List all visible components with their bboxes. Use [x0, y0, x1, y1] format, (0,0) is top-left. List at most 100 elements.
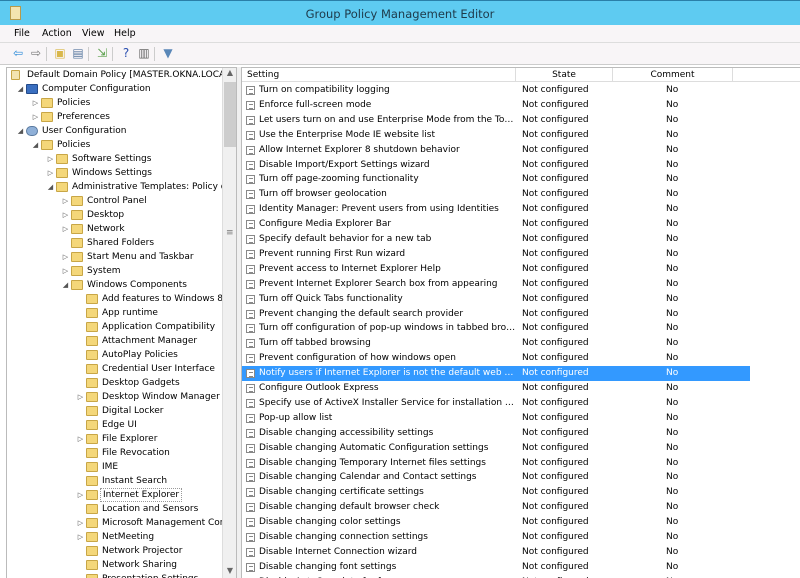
tree-node[interactable]: Desktop Gadgets	[7, 376, 222, 390]
collapsed-arrow-icon[interactable]: ▷	[61, 250, 70, 264]
setting-row[interactable]: Prevent changing the default search prov…	[242, 307, 750, 322]
setting-row[interactable]: Notify users if Internet Explorer is not…	[242, 366, 750, 381]
expanded-arrow-icon[interactable]: ◢	[16, 82, 25, 96]
setting-row[interactable]: Disable changing color settingsNot confi…	[242, 515, 750, 530]
setting-row[interactable]: Disable changing certificate settingsNot…	[242, 485, 750, 500]
tree-node[interactable]: Network Projector	[7, 544, 222, 558]
collapsed-arrow-icon[interactable]: ▷	[31, 96, 40, 110]
collapsed-arrow-icon[interactable]: ▷	[61, 194, 70, 208]
tree-node[interactable]: ◢Windows Components	[7, 278, 222, 292]
expanded-arrow-icon[interactable]: ◢	[31, 138, 40, 152]
setting-row[interactable]: Disable Import/Export Settings wizardNot…	[242, 158, 750, 173]
setting-row[interactable]: Prevent configuration of how windows ope…	[242, 351, 750, 366]
scroll-down-icon[interactable]: ▼	[223, 566, 237, 578]
tree-node[interactable]: ▷System	[7, 264, 222, 278]
collapsed-arrow-icon[interactable]: ▷	[46, 152, 55, 166]
tree-node[interactable]: Instant Search	[7, 474, 222, 488]
setting-row[interactable]: Disable changing default browser checkNo…	[242, 500, 750, 515]
tree-node[interactable]: ▷Network	[7, 222, 222, 236]
setting-row[interactable]: Disable changing accessibility settingsN…	[242, 426, 750, 441]
scroll-thumb[interactable]	[224, 82, 236, 147]
collapsed-arrow-icon[interactable]: ▷	[76, 390, 85, 404]
tree-node[interactable]: Network Sharing	[7, 558, 222, 572]
tree-node[interactable]: ▷Policies	[7, 96, 222, 110]
tree-node[interactable]: Digital Locker	[7, 404, 222, 418]
setting-row[interactable]: Disable changing font settingsNot config…	[242, 560, 750, 575]
tree-scrollbar[interactable]: ▲ ▼	[222, 68, 236, 578]
collapsed-arrow-icon[interactable]: ▷	[61, 264, 70, 278]
setting-row[interactable]: Specify default behavior for a new tabNo…	[242, 232, 750, 247]
setting-row[interactable]: Turn off Quick Tabs functionalityNot con…	[242, 292, 750, 307]
collapsed-arrow-icon[interactable]: ▷	[46, 166, 55, 180]
tree-node[interactable]: Credential User Interface	[7, 362, 222, 376]
tree-node[interactable]: ▷Control Panel	[7, 194, 222, 208]
setting-row[interactable]: Turn off tabbed browsingNot configuredNo	[242, 336, 750, 351]
collapsed-arrow-icon[interactable]: ▷	[76, 516, 85, 530]
collapsed-arrow-icon[interactable]: ▷	[61, 208, 70, 222]
tree-node[interactable]: ▷Preferences	[7, 110, 222, 124]
tree-node[interactable]: Location and Sensors	[7, 502, 222, 516]
setting-row[interactable]: Prevent Internet Explorer Search box fro…	[242, 277, 750, 292]
menu-help[interactable]: Help	[114, 28, 136, 39]
collapsed-arrow-icon[interactable]: ▷	[76, 488, 85, 502]
setting-row[interactable]: Disable changing connection settingsNot …	[242, 530, 750, 545]
setting-row[interactable]: Disable changing Temporary Internet file…	[242, 456, 750, 471]
setting-row[interactable]: Turn off page-zooming functionalityNot c…	[242, 172, 750, 187]
setting-row[interactable]: Use the Enterprise Mode IE website listN…	[242, 128, 750, 143]
column-comment[interactable]: Comment	[613, 68, 733, 82]
show-hide-tree-icon[interactable]: ▤	[70, 46, 86, 61]
setting-row[interactable]: Disable changing Calendar and Contact se…	[242, 470, 750, 485]
tree-node[interactable]: ▷Software Settings	[7, 152, 222, 166]
setting-row[interactable]: Allow Internet Explorer 8 shutdown behav…	[242, 143, 750, 158]
setting-row[interactable]: Identity Manager: Prevent users from usi…	[242, 202, 750, 217]
up-folder-icon[interactable]: ▣	[52, 46, 68, 61]
tree-node[interactable]: File Revocation	[7, 446, 222, 460]
tree-node[interactable]: ▷Desktop	[7, 208, 222, 222]
expanded-arrow-icon[interactable]: ◢	[61, 278, 70, 292]
tree-node[interactable]: ▷Internet Explorer	[7, 488, 222, 502]
tree-node[interactable]: ▷Microsoft Management Cons	[7, 516, 222, 530]
collapsed-arrow-icon[interactable]: ▷	[76, 432, 85, 446]
properties-icon[interactable]: ▥	[136, 46, 152, 61]
tree-node[interactable]: ◢User Configuration	[7, 124, 222, 138]
forward-arrow-icon[interactable]: ⇨	[28, 46, 44, 61]
tree-node[interactable]: Application Compatibility	[7, 320, 222, 334]
tree-node[interactable]: ▷File Explorer	[7, 432, 222, 446]
setting-row[interactable]: Disable Internet Connection wizardNot co…	[242, 545, 750, 560]
expanded-arrow-icon[interactable]: ◢	[16, 124, 25, 138]
setting-row[interactable]: Prevent access to Internet Explorer Help…	[242, 262, 750, 277]
tree-node[interactable]: ▷Windows Settings	[7, 166, 222, 180]
tree-node[interactable]: Shared Folders	[7, 236, 222, 250]
setting-row[interactable]: Prevent running First Run wizardNot conf…	[242, 247, 750, 262]
tree-node[interactable]: Presentation Settings	[7, 572, 222, 578]
filter-icon[interactable]: ▼	[160, 46, 176, 61]
tree-node[interactable]: AutoPlay Policies	[7, 348, 222, 362]
menu-view[interactable]: View	[82, 28, 105, 39]
setting-row[interactable]: Configure Media Explorer BarNot configur…	[242, 217, 750, 232]
setting-row[interactable]: Pop-up allow listNot configuredNo	[242, 411, 750, 426]
tree-node[interactable]: Edge UI	[7, 418, 222, 432]
menu-action[interactable]: Action	[42, 28, 72, 39]
column-state[interactable]: State	[516, 68, 613, 82]
collapsed-arrow-icon[interactable]: ▷	[76, 530, 85, 544]
back-arrow-icon[interactable]: ⇦	[10, 46, 26, 61]
collapsed-arrow-icon[interactable]: ▷	[31, 110, 40, 124]
tree-node[interactable]: ▷NetMeeting	[7, 530, 222, 544]
tree-node[interactable]: Attachment Manager	[7, 334, 222, 348]
setting-row[interactable]: Disable changing Automatic Configuration…	[242, 441, 750, 456]
tree-node[interactable]: ◢Policies	[7, 138, 222, 152]
column-setting[interactable]: Setting	[242, 68, 516, 82]
setting-row[interactable]: Configure Outlook ExpressNot configuredN…	[242, 381, 750, 396]
setting-row[interactable]: Turn off browser geolocationNot configur…	[242, 187, 750, 202]
tree-node[interactable]: App runtime	[7, 306, 222, 320]
scroll-up-icon[interactable]: ▲	[223, 68, 237, 80]
tree-node[interactable]: ▷Start Menu and Taskbar	[7, 250, 222, 264]
tree-node[interactable]: Add features to Windows 8.1	[7, 292, 222, 306]
expanded-arrow-icon[interactable]: ◢	[46, 180, 55, 194]
menu-file[interactable]: File	[14, 28, 30, 39]
collapsed-arrow-icon[interactable]: ▷	[61, 222, 70, 236]
tree-node[interactable]: ◢Administrative Templates: Policy def	[7, 180, 222, 194]
tree-node[interactable]: Default Domain Policy [MASTER.OKNA.LOCAL…	[7, 68, 222, 82]
tree-node[interactable]: IME	[7, 460, 222, 474]
help-icon[interactable]: ?	[118, 46, 134, 61]
